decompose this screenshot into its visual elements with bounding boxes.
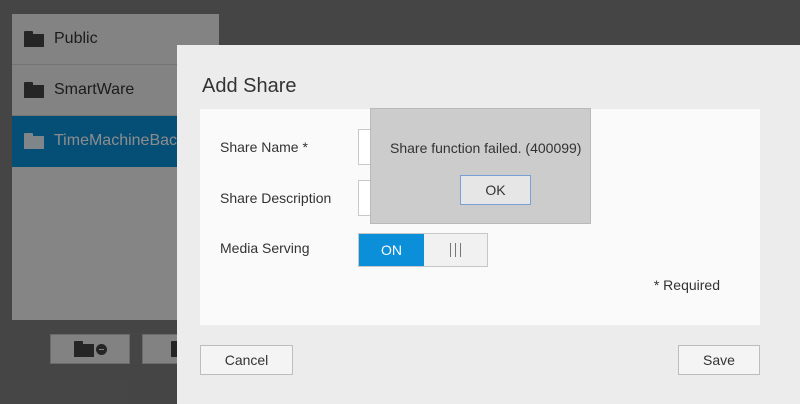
media-serving-toggle[interactable]: ON — [358, 233, 488, 267]
toggle-grip-icon — [424, 234, 487, 266]
cancel-button[interactable]: Cancel — [200, 345, 293, 375]
save-button[interactable]: Save — [678, 345, 760, 375]
error-message: Share function failed. (400099) — [390, 140, 582, 156]
dialog-title: Add Share — [202, 75, 297, 97]
share-name-label: Share Name * — [220, 139, 308, 155]
error-popup: Share function failed. (400099) OK — [370, 108, 591, 224]
ok-button[interactable]: OK — [460, 175, 531, 205]
add-share-dialog: Add Share Share Name * Share Description… — [177, 45, 800, 404]
toggle-on-label: ON — [359, 234, 424, 266]
share-description-label: Share Description — [220, 190, 332, 206]
media-serving-label: Media Serving — [220, 240, 310, 256]
required-note: * Required — [653, 277, 720, 293]
